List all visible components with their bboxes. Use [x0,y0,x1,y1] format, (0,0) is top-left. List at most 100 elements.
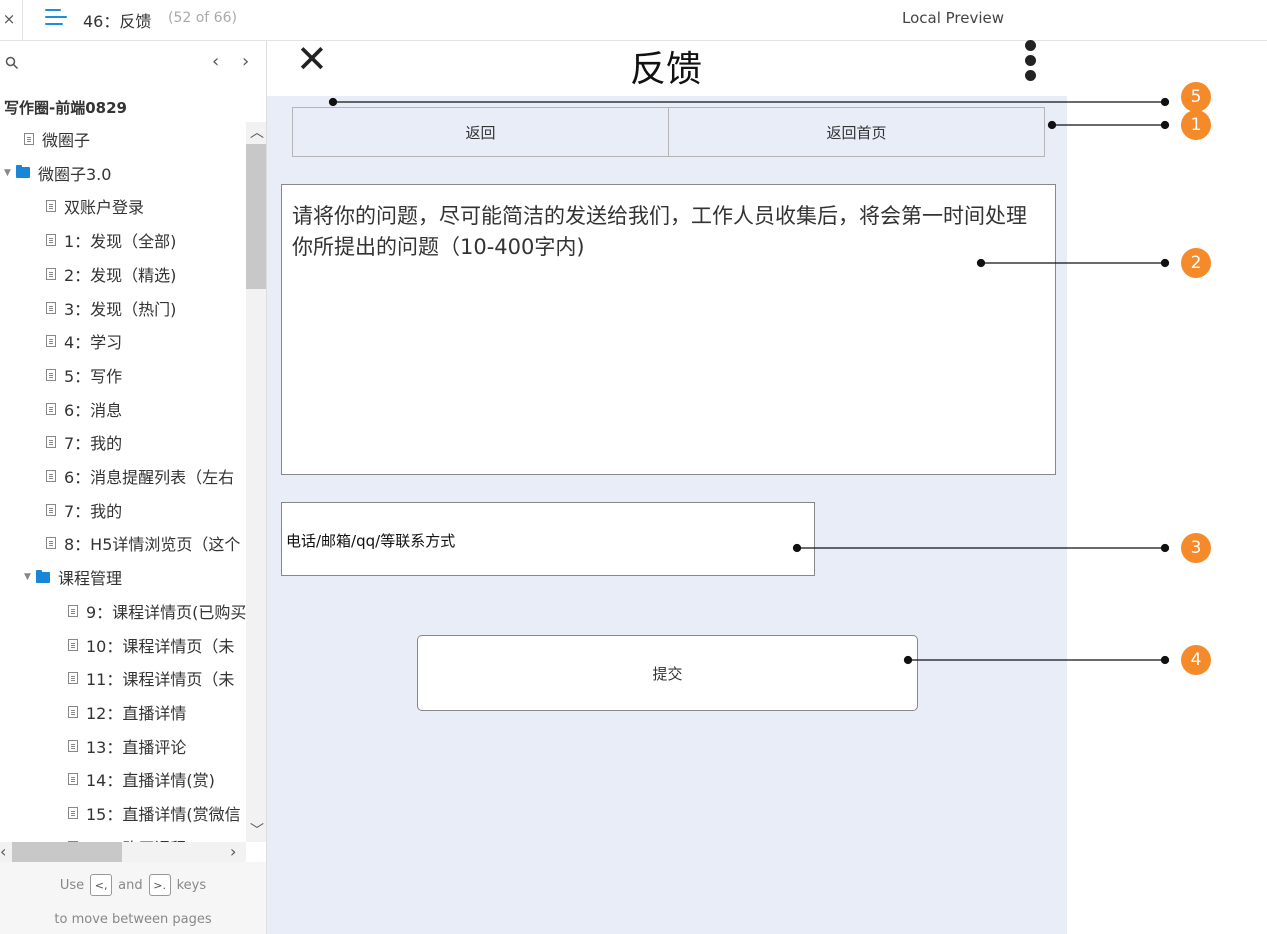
page-icon [46,402,56,415]
sidebar-item-label: 7：我的 [64,434,123,454]
sidebar-page-item[interactable]: 9：课程详情页(已购买 [0,594,246,628]
page-icon [46,301,56,314]
page-icon [68,672,78,685]
screen-title: 反馈 [630,49,703,90]
sidebar-page-item[interactable]: 13：直播评论 [0,729,246,763]
sidebar-item-label: 14：直播详情(赏) [86,771,215,791]
page-icon [68,739,78,752]
sidebar-page-item[interactable]: 7：我的 [0,493,246,527]
prev-page-icon[interactable]: ‹ [212,51,219,72]
sidebar-page-item[interactable]: 2：发现（精选) [0,257,246,291]
sidebar-item-label: 16：购买课程 [86,835,186,842]
hint-text: and [118,877,143,893]
sidebar-page-item[interactable]: 7：我的 [0,425,246,459]
sidebar-item-label: 1：发现（全部) [64,232,177,252]
local-preview-label: Local Preview [902,9,1005,27]
sidebar-page-item[interactable]: 6：消息提醒列表（左右 [0,459,246,493]
annotation-badge[interactable]: 4 [1181,645,1211,675]
sidebar-item-label: 课程管理 [58,569,123,589]
sidebar-page-item[interactable]: 3：发现（热门) [0,291,246,325]
page-icon [46,503,56,516]
sidebar-page-item[interactable]: 双账户登录 [0,189,246,223]
horizontal-scrollbar[interactable]: ‹ › [0,842,246,862]
chevron-up-icon[interactable]: ︿ [250,122,264,142]
hint-line-2: to move between pages [54,912,212,927]
project-title: 写作圈-前端0829 [4,99,127,117]
page-icon [68,638,78,651]
submit-button[interactable]: 提交 [417,635,918,711]
page-icon [46,537,56,550]
sidebar-page-item[interactable]: 16：购买课程 [0,830,246,842]
sidebar-page-item[interactable]: 14：直播详情(赏) [0,762,246,796]
close-preview-button[interactable]: × [0,0,18,37]
sidebar-page-item[interactable]: 11：课程详情页（未 [0,661,246,695]
page-icon [46,436,56,449]
sidebar-page-item[interactable]: 12：直播详情 [0,695,246,729]
sidebar-item-label: 15：直播详情(赏微信 [86,805,241,824]
annotation-badge[interactable]: 5 [1181,82,1211,112]
sidebar-page-item[interactable]: 6：消息 [0,392,246,426]
search-icon[interactable] [5,56,19,70]
contact-input[interactable]: 电话/邮箱/qq/等联系方式 [281,502,815,576]
scrollbar-thumb[interactable] [12,842,122,862]
annotation-badge[interactable]: 3 [1181,533,1211,563]
sidebar-item-label: 8：H5详情浏览页（这个 [64,535,241,555]
page-icon [46,200,56,213]
hint-text: Use [59,877,85,893]
chevron-down-icon[interactable]: ﹀ [250,820,264,840]
vertical-scrollbar[interactable]: ︿ ﹀ [246,122,266,842]
sidebar-page-item[interactable]: 微圈子 [0,122,246,156]
chevron-right-icon[interactable]: › [230,842,236,861]
sidebar-page-item[interactable]: 1：发现（全部) [0,223,246,257]
next-page-icon[interactable]: › [242,51,249,72]
page-icon [46,267,56,280]
sidebar-page-item[interactable]: 8：H5详情浏览页（这个 [0,526,246,560]
annotation-badge[interactable]: 1 [1181,110,1211,140]
page-icon [68,807,78,819]
page-icon [24,133,34,145]
chevron-left-icon[interactable]: ‹ [0,842,6,861]
sidebar-item-label: 10：课程详情页（未 [86,636,235,656]
top-bar: × 46：反馈 (52 of 66) Local Preview [0,0,1267,41]
key-prev: <, [90,874,113,896]
sidebar-item-label: 4：学习 [64,333,123,353]
sidebar-item-label: 6：消息 [64,400,123,420]
sidebar-item-label: 微圈子3.0 [38,164,112,184]
sidebar-item-label: 2：发现（精选) [64,265,177,285]
page-count: (52 of 66) [168,10,237,26]
menu-icon[interactable] [45,9,67,27]
keyboard-hint: Use <, and >. keys to move between pages [0,862,266,934]
sidebar-item-label: 11：课程详情页（未 [86,670,235,690]
sidebar-item-label: 12：直播详情 [86,703,187,723]
hint-text: keys [176,877,207,893]
sidebar-folder[interactable]: ▼ 课程管理 [0,560,246,594]
folder-icon [16,165,30,179]
caret-down-icon[interactable]: ▼ [24,572,36,582]
sidebar-page-item[interactable]: 5：写作 [0,358,246,392]
sidebar-item-label: 7：我的 [64,501,123,521]
sidebar-folder[interactable]: ▼ 微圈子3.0 [0,156,246,190]
hint-line-1: Use <, and >. keys [0,874,266,896]
page-icon [68,705,78,718]
sidebar-item-label: 微圈子 [42,131,91,150]
home-button[interactable]: 返回首页 [668,108,1044,156]
key-next: >. [148,874,171,896]
close-icon[interactable]: ✕ [296,40,328,78]
feedback-placeholder: 请将你的问题，尽可能简洁的发送给我们，工作人员收集后，将会第一时间处理你所提出的… [292,204,1027,259]
divider [22,0,23,40]
sidebar-page-item[interactable]: 10：课程详情页（未 [0,628,246,662]
sidebar: ‹ › 写作圈-前端0829 微圈子 ▼ 微圈子3.0 双账户登录 1：发现（全部) 2：… [0,41,267,934]
more-icon[interactable] [1025,40,1037,82]
sidebar-page-item[interactable]: 15：直播详情(赏微信 [0,796,246,830]
sidebar-item-label: 13：直播评论 [86,737,187,757]
page-icon [68,773,78,786]
sidebar-page-item[interactable]: 4：学习 [0,324,246,358]
caret-down-icon[interactable]: ▼ [4,168,16,178]
page-icon [68,604,78,617]
feedback-textarea[interactable]: 请将你的问题，尽可能简洁的发送给我们，工作人员收集后，将会第一时间处理你所提出的… [281,184,1056,475]
page-icon [46,470,56,482]
back-button[interactable]: 返回 [293,108,668,156]
annotation-badge[interactable]: 2 [1181,248,1211,278]
page-tree: 微圈子 ▼ 微圈子3.0 双账户登录 1：发现（全部) 2：发现（精选) 3：发现（热门) 4… [0,122,246,842]
scrollbar-thumb[interactable] [246,144,266,289]
